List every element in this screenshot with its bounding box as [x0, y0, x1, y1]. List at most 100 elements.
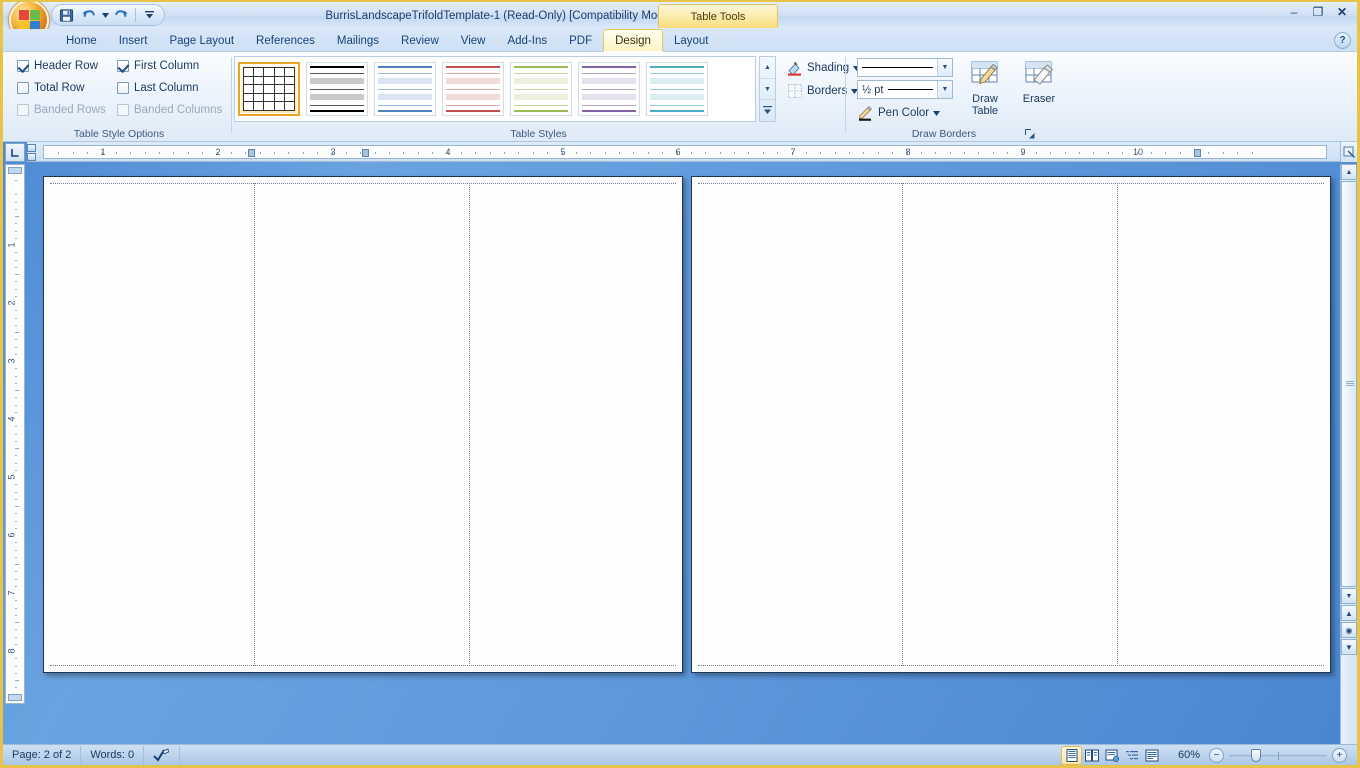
checkbox-banded-rows[interactable]: Banded Rows [17, 104, 106, 116]
table-style-thumbnail[interactable] [374, 62, 436, 116]
undo-dropdown-icon[interactable] [100, 6, 110, 25]
ruler-column-marker[interactable] [362, 149, 369, 157]
tab-pdf[interactable]: PDF [558, 30, 603, 51]
ruler-number: 3 [6, 358, 17, 364]
pen-color-dropdown-arrow-icon [933, 110, 941, 116]
left-indent-marker[interactable] [27, 153, 36, 161]
zoom-slider-track[interactable] [1229, 748, 1327, 762]
tab-selector-button[interactable] [5, 143, 25, 162]
redo-icon[interactable] [111, 6, 132, 25]
line-style-combo[interactable]: ▼ [857, 58, 953, 77]
draw-table-label-line1: Draw [972, 93, 998, 105]
table-style-thumbnail[interactable] [442, 62, 504, 116]
checkbox-total-row[interactable]: Total Row [17, 82, 85, 94]
gallery-more-icon[interactable] [760, 100, 775, 121]
page-2-column-divider [902, 183, 903, 666]
draft-view-button[interactable] [1142, 747, 1161, 764]
ruler-number: 10 [1132, 147, 1144, 157]
help-icon[interactable]: ? [1334, 32, 1351, 49]
gallery-scroll-up-icon[interactable]: ▲ [760, 57, 775, 79]
first-line-indent-marker[interactable] [27, 144, 36, 152]
customize-quick-access-toolbar-icon[interactable] [139, 6, 160, 25]
ruler-column-marker[interactable] [1194, 149, 1201, 157]
document-workspace: 1 2 3 4 5 6 7 8 9 10 1 2 3 4 5 6 7 8 ▲ ▼… [3, 142, 1357, 747]
vertical-scrollbar[interactable]: ▲ ▼ ▲ ◉ ▼ [1340, 164, 1357, 747]
undo-icon[interactable] [78, 6, 99, 25]
ruler-number: 8 [905, 147, 911, 157]
zoom-level-label[interactable]: 60% [1167, 749, 1209, 761]
next-page-icon[interactable]: ▼ [1341, 639, 1357, 655]
page-1-column-divider [469, 183, 470, 666]
zoom-slider-handle[interactable] [1251, 748, 1261, 762]
full-screen-reading-view-button[interactable] [1082, 747, 1101, 764]
line-style-dropdown-arrow-icon[interactable]: ▼ [937, 59, 952, 76]
tab-references[interactable]: References [245, 30, 326, 51]
eraser-button[interactable]: Eraser [1013, 56, 1065, 105]
tab-design[interactable]: Design [603, 29, 663, 52]
table-style-thumbnail[interactable] [646, 62, 708, 116]
zoom-slider-midpoint-tick [1278, 751, 1279, 760]
save-icon[interactable] [56, 6, 77, 25]
web-layout-view-button[interactable] [1102, 747, 1121, 764]
draw-table-button[interactable]: Draw Table [959, 56, 1011, 117]
checkbox-first-column[interactable]: First Column [117, 60, 199, 72]
status-page-indicator[interactable]: Page: 2 of 2 [3, 745, 82, 765]
tab-mailings[interactable]: Mailings [326, 30, 390, 51]
ruler-column-marker[interactable] [248, 149, 255, 157]
web-layout-view-icon [1105, 749, 1119, 762]
vertical-ruler[interactable]: 1 2 3 4 5 6 7 8 [5, 164, 25, 704]
checkbox-last-column[interactable]: Last Column [117, 82, 199, 94]
table-style-thumbnail[interactable] [578, 62, 640, 116]
ruler-number: 1 [100, 147, 106, 157]
tab-review[interactable]: Review [390, 30, 450, 51]
table-style-thumbnail[interactable] [510, 62, 572, 116]
scrollbar-thumb[interactable] [1341, 181, 1357, 587]
document-page-2[interactable] [691, 176, 1331, 673]
outline-view-button[interactable] [1122, 747, 1141, 764]
browse-object-corner-button[interactable] [1340, 142, 1357, 162]
top-margin-marker[interactable] [8, 167, 22, 174]
checkbox-banded-columns[interactable]: Banded Columns [117, 104, 222, 116]
print-layout-view-button[interactable] [1061, 745, 1082, 765]
document-page-1[interactable] [43, 176, 683, 673]
table-style-thumbnail[interactable] [306, 62, 368, 116]
tab-home[interactable]: Home [55, 30, 108, 51]
zoom-out-button[interactable]: − [1209, 747, 1224, 763]
line-weight-value: ½ pt [862, 83, 884, 96]
draw-table-label: Draw Table [972, 93, 998, 117]
horizontal-ruler-scale: 1 2 3 4 5 6 7 8 9 10 [43, 145, 1327, 159]
minimize-button[interactable]: – [1283, 3, 1305, 20]
borders-label: Borders [807, 85, 848, 97]
bottom-margin-marker[interactable] [8, 694, 22, 701]
restore-button[interactable]: ❐ [1307, 3, 1329, 20]
group-label-table-style-options: Table Style Options [73, 128, 165, 140]
checkbox-header-row[interactable]: Header Row [17, 60, 98, 72]
zoom-slider[interactable]: − + [1209, 747, 1357, 763]
status-word-count[interactable]: Words: 0 [81, 745, 145, 765]
scroll-up-icon[interactable]: ▲ [1341, 164, 1357, 180]
status-proofing-icon[interactable] [144, 745, 181, 765]
draw-borders-dialog-launcher[interactable] [1023, 127, 1036, 140]
table-style-thumbnail[interactable] [238, 62, 300, 116]
page-2-column-divider [1117, 183, 1118, 666]
word-application-window: BurrisLandscapeTrifoldTemplate-1 (Read-O… [0, 0, 1360, 768]
tab-insert[interactable]: Insert [108, 30, 159, 51]
horizontal-ruler[interactable]: 1 2 3 4 5 6 7 8 9 10 [27, 142, 1357, 162]
close-button[interactable]: ✕ [1331, 3, 1353, 20]
previous-page-icon[interactable]: ▲ [1341, 605, 1357, 621]
tab-view[interactable]: View [450, 30, 497, 51]
select-browse-object-icon[interactable]: ◉ [1341, 622, 1357, 638]
line-weight-preview-icon [888, 89, 933, 90]
tab-add-ins[interactable]: Add-Ins [496, 30, 558, 51]
line-weight-combo[interactable]: ½ pt ▼ [857, 80, 953, 99]
line-weight-dropdown-arrow-icon[interactable]: ▼ [937, 81, 952, 98]
zoom-in-button[interactable]: + [1332, 747, 1347, 763]
table-styles-gallery[interactable] [234, 56, 756, 122]
pen-color-button[interactable]: Pen Color [855, 103, 945, 123]
scroll-down-icon[interactable]: ▼ [1341, 588, 1357, 604]
scrollbar-grip-icon [1346, 381, 1354, 387]
tab-page-layout[interactable]: Page Layout [158, 30, 245, 51]
tab-layout[interactable]: Layout [663, 30, 720, 51]
gallery-scroll-down-icon[interactable]: ▼ [760, 79, 775, 101]
ruler-number: 5 [560, 147, 566, 157]
